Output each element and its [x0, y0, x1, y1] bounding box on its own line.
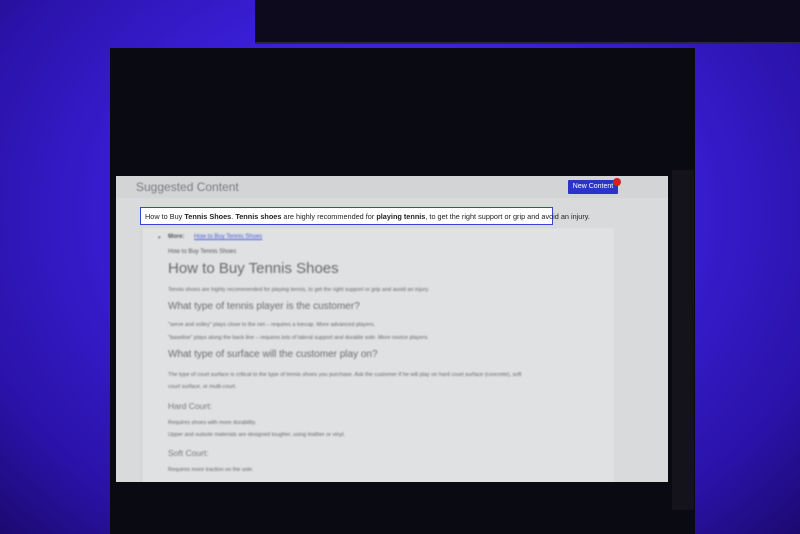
more-row: More: How to Buy Tennis Shoes	[168, 234, 262, 240]
monitor-side-edge	[672, 170, 694, 510]
section1-line: "baseline" plays along the back line – r…	[168, 335, 429, 341]
highlighted-suggestion[interactable]: How to Buy Tennis Shoes. Tennis shoes ar…	[140, 207, 590, 225]
section2-line: court surface, or multi-court.	[168, 384, 237, 390]
section1-heading: What type of tennis player is the custom…	[168, 301, 360, 312]
section1-line: "serve and volley" plays close to the ne…	[168, 322, 376, 328]
hard-court-heading: Hard Court:	[168, 401, 212, 411]
article-intro: Tennis shoes are highly recommended for …	[168, 287, 430, 293]
soft-court-line: Requires more traction on the sole.	[168, 467, 254, 473]
hard-court-line: Requires shoes with more durability.	[168, 420, 257, 426]
more-link[interactable]: How to Buy Tennis Shoes	[194, 234, 262, 240]
article-breadcrumb: How to Buy Tennis Shoes	[168, 249, 237, 255]
section2-line: The type of court surface is critical to…	[168, 372, 522, 378]
collapse-arrow-icon[interactable]: ▾	[158, 235, 161, 241]
article-card: ▾ More: How to Buy Tennis Shoes How to B…	[141, 228, 614, 482]
new-content-button[interactable]: New Content	[568, 180, 618, 194]
highlight-text: are highly recommended for	[281, 212, 377, 221]
highlight-keyword: Tennis Shoes	[184, 212, 232, 221]
article-title: How to Buy Tennis Shoes	[168, 260, 339, 277]
panel-header: Suggested Content New Content	[116, 176, 668, 198]
more-label: More:	[168, 234, 185, 240]
monitor-screen: Suggested Content New Content How to Buy…	[116, 176, 668, 482]
background-monitor	[255, 0, 800, 44]
notification-badge	[613, 178, 621, 186]
highlight-text: How to Buy	[145, 212, 185, 221]
highlight-text: , to get the right support or grip and a…	[425, 212, 590, 221]
panel-title: Suggested Content	[136, 180, 239, 194]
hard-court-line: Upper and outsole materials are designed…	[168, 432, 346, 438]
section2-heading: What type of surface will the customer p…	[168, 349, 378, 360]
highlight-keyword: playing tennis	[376, 212, 426, 221]
highlight-keyword: Tennis shoes	[235, 212, 282, 221]
soft-court-heading: Soft Court:	[168, 448, 209, 458]
